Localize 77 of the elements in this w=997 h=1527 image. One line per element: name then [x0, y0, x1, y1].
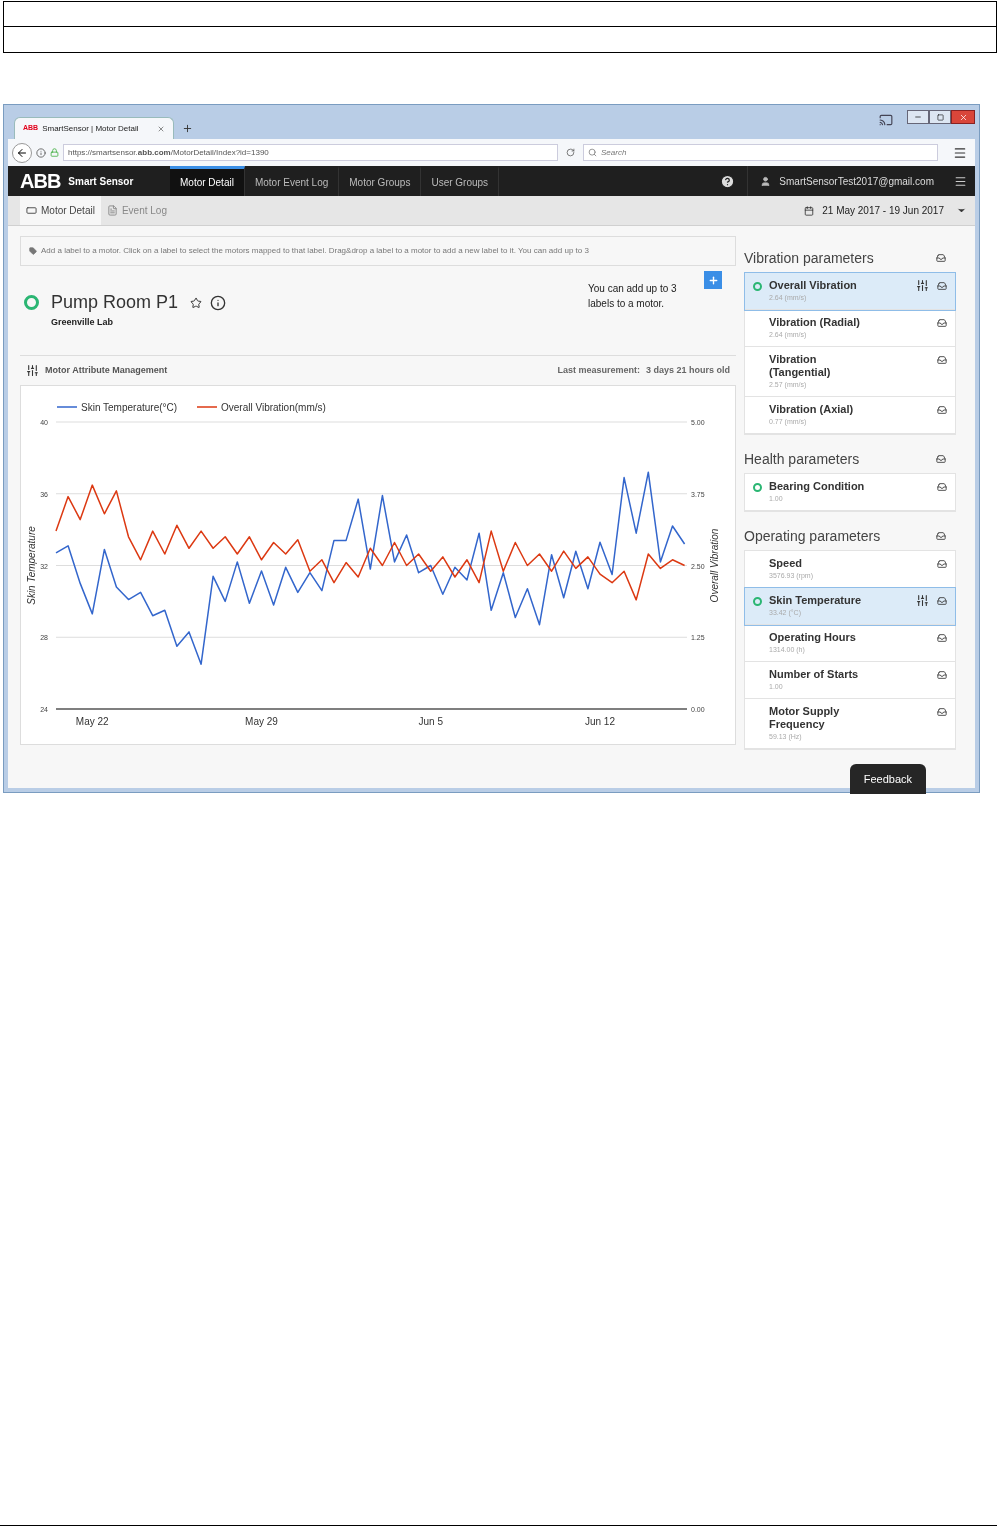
axis-tick-label: Jun 12: [584, 716, 615, 727]
tray-icon[interactable]: [937, 633, 947, 643]
new-tab-icon[interactable]: [182, 123, 193, 134]
screen-icon[interactable]: [879, 113, 893, 127]
tab-title: SmartSensor | Motor Detail: [42, 122, 140, 135]
section-heading: Operating parameters: [744, 526, 881, 546]
search-icon: [588, 148, 597, 157]
info-icon[interactable]: [210, 294, 227, 311]
section-heading: Health parameters: [744, 449, 860, 469]
close-icon[interactable]: [958, 112, 968, 122]
tray-icon[interactable]: [936, 531, 946, 541]
parameter-name: Operating Hours: [769, 631, 857, 644]
status-ring-icon: [24, 295, 39, 310]
tray-icon[interactable]: [937, 707, 947, 717]
tray-icon[interactable]: [937, 482, 947, 492]
menu-icon[interactable]: [953, 145, 967, 160]
menu-icon[interactable]: [954, 174, 967, 188]
rectangle-icon: [26, 205, 37, 216]
parameter-name: Overall Vibration: [769, 279, 858, 292]
document-icon: [106, 205, 118, 216]
sliders-icon[interactable]: [26, 364, 39, 377]
page-tab[interactable]: Motor Detail: [20, 196, 101, 225]
axis-tick-label: Jun 5: [418, 716, 443, 727]
motor-name: Pump Room P1: [51, 291, 179, 314]
user-email[interactable]: SmartSensorTest2017@gmail.com: [779, 173, 934, 189]
legend-line: [196, 406, 218, 408]
search-field[interactable]: Search: [583, 144, 938, 161]
tray-icon[interactable]: [937, 670, 947, 680]
tray-icon[interactable]: [937, 596, 947, 606]
date-range[interactable]: 21 May 2017 - 19 Jun 2017: [822, 203, 944, 218]
tray-icon[interactable]: [937, 355, 947, 365]
parameter-name: Vibration (Tangential): [769, 353, 832, 379]
motor-location: Greenville Lab: [51, 316, 115, 329]
star-icon[interactable]: [190, 296, 203, 309]
sliders-icon[interactable]: [916, 279, 929, 292]
tray-icon[interactable]: [936, 253, 946, 263]
maximize-button[interactable]: [929, 110, 951, 124]
feedback-button[interactable]: Feedback: [849, 764, 926, 794]
axis-title: Skin Temperature: [26, 526, 37, 605]
last-measurement-value: 3 days 21 hours old: [645, 363, 730, 377]
parameter-name: Vibration (Axial): [769, 403, 855, 416]
user-icon: [760, 175, 772, 187]
section-title: Motor Attribute Management: [45, 363, 168, 377]
parameter-name: Number of Starts: [769, 668, 860, 681]
nav-tab[interactable]: Motor Detail: [170, 166, 245, 196]
close-button[interactable]: [951, 110, 975, 124]
parameter-name: Bearing Condition: [769, 480, 866, 493]
product-name: Smart Sensor: [68, 174, 134, 189]
tray-icon[interactable]: [937, 559, 947, 569]
tray-icon[interactable]: [937, 281, 947, 291]
hint-banner: Add a label to a motor. Click on a label to select the motors mapped to that label. Drag&drop a label to a motor to add a new label to it. You can add up to 3: [20, 236, 736, 266]
maximize-icon[interactable]: [936, 113, 944, 121]
calendar-icon: [804, 205, 815, 216]
legend-label: Skin Temperature(°C): [81, 402, 178, 413]
brand-logo[interactable]: ABB: [20, 171, 61, 191]
legend-line: [56, 406, 78, 408]
parameter-name: Speed: [769, 557, 803, 570]
help-icon[interactable]: [720, 173, 736, 189]
section-heading: Vibration parameters: [744, 248, 874, 268]
legend-label: Overall Vibration(mm/s): [221, 402, 326, 413]
last-measurement-label: Last measurement:: [557, 363, 640, 377]
tray-icon[interactable]: [937, 318, 947, 328]
lock-icon: [50, 148, 59, 157]
address-field[interactable]: https://smartsensor.abb.com/MotorDetail/Index?id=1390: [63, 144, 558, 161]
parameter-name: Motor Supply Frequency: [769, 705, 841, 731]
sliders-icon[interactable]: [916, 594, 929, 607]
tray-icon[interactable]: [937, 405, 947, 415]
close-icon[interactable]: [157, 124, 165, 133]
reload-icon[interactable]: [566, 148, 575, 157]
label-note: You can add up to 3 labels to a motor.: [588, 282, 678, 311]
axis-title: Overall Vibration: [709, 528, 720, 603]
axis-tick-label: May 22: [75, 716, 109, 727]
parameter-name: Vibration (Radial): [769, 316, 861, 329]
parameter-name: Skin Temperature: [769, 594, 863, 607]
tray-icon[interactable]: [936, 454, 946, 464]
minimize-button[interactable]: [907, 110, 929, 124]
axis-tick-label: May 29: [245, 716, 278, 727]
